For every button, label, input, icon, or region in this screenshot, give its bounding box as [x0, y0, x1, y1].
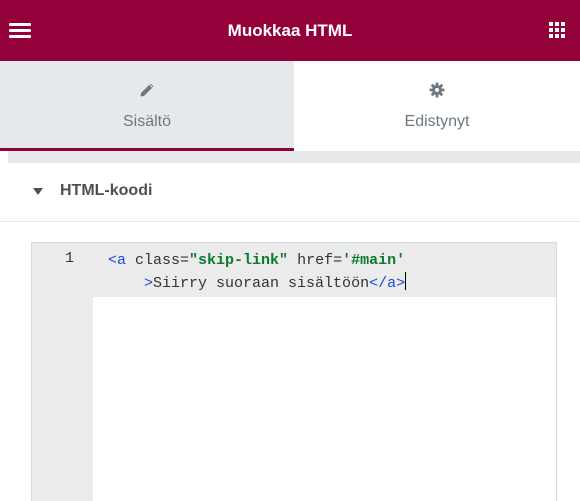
grid-icon[interactable] — [549, 22, 565, 38]
code-class-value: "skip-link" — [189, 252, 289, 269]
code-gt: > — [144, 275, 154, 292]
pencil-icon — [140, 83, 154, 97]
code-href-value: '#main' — [342, 252, 406, 269]
tab-content-label: Sisältö — [122, 113, 172, 130]
tab-advanced-label: Edistynyt — [404, 113, 470, 130]
tab-advanced[interactable]: Edistynyt — [294, 61, 580, 151]
section-divider — [8, 151, 580, 163]
top-bar: Muokkaa HTML — [0, 0, 580, 61]
code-class-attr: class= — [126, 252, 190, 269]
caret-down-icon — [33, 188, 43, 195]
code-open-tag: <a — [108, 252, 127, 269]
code-close-tag: </a> — [369, 275, 406, 292]
panel-tabs: Sisältö Edistynyt — [0, 61, 580, 151]
code-link-text: Siirry suoraan sisältöön — [153, 275, 370, 292]
code-editor[interactable]: 1 <a class="skip-link" href='#main' >Sii… — [31, 242, 557, 501]
code-text: <a class="skip-link" href='#main' >Siirr… — [108, 250, 407, 295]
gear-icon — [429, 82, 445, 98]
code-href-attr: href= — [288, 252, 343, 269]
line-number: 1 — [64, 250, 74, 267]
section-title: HTML-koodi — [60, 182, 153, 199]
text-cursor — [405, 272, 407, 290]
section-toggle-html-code[interactable]: HTML-koodi — [0, 163, 580, 222]
panel-title: Muokkaa HTML — [227, 21, 353, 40]
tab-content[interactable]: Sisältö — [0, 61, 294, 151]
